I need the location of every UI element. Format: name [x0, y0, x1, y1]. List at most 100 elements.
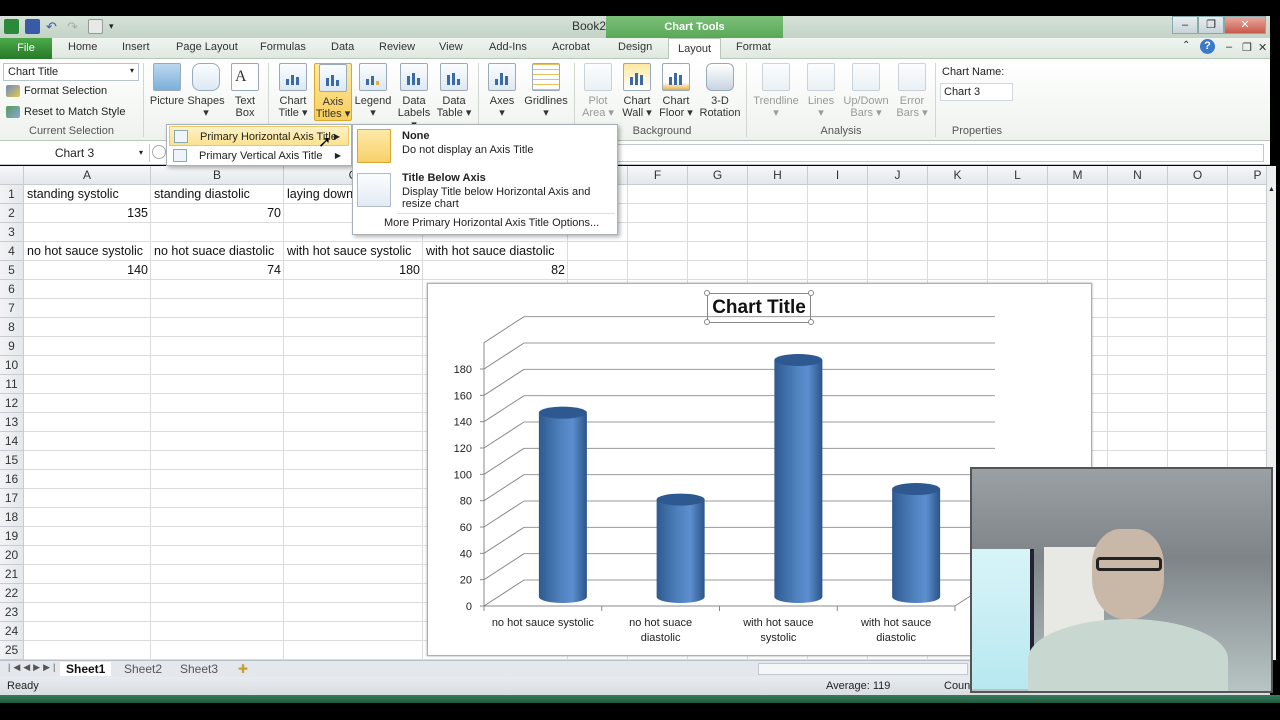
- row-header-25[interactable]: 25: [0, 641, 24, 660]
- horizontal-scrollbar[interactable]: [758, 663, 968, 675]
- cell-A5[interactable]: 140: [24, 261, 151, 280]
- submenu-option-title-below-axis[interactable]: Title Below Axis Display Title below Hor…: [353, 169, 617, 213]
- undo-icon[interactable]: ↶: [46, 19, 61, 34]
- resize-handle[interactable]: [808, 290, 814, 296]
- row-header-7[interactable]: 7: [0, 299, 24, 318]
- tab-file[interactable]: File: [0, 38, 52, 59]
- row-header-15[interactable]: 15: [0, 451, 24, 470]
- fx-button[interactable]: [152, 145, 166, 159]
- shapes-button[interactable]: Shapes ▾: [187, 63, 225, 119]
- row-header-19[interactable]: 19: [0, 527, 24, 546]
- help-icon[interactable]: ?: [1200, 39, 1215, 54]
- column-header-N[interactable]: N: [1108, 166, 1168, 185]
- submenu-option-none[interactable]: None Do not display an Axis Title: [353, 125, 617, 169]
- row-header-2[interactable]: 2: [0, 204, 24, 223]
- tab-home[interactable]: Home: [68, 41, 97, 53]
- chart-element-select[interactable]: Chart Title ▾: [3, 63, 139, 81]
- row-header-22[interactable]: 22: [0, 584, 24, 603]
- resize-handle[interactable]: [808, 319, 814, 325]
- row-header-23[interactable]: 23: [0, 603, 24, 622]
- chart-floor-button[interactable]: Chart Floor ▾: [657, 63, 695, 119]
- row-header-12[interactable]: 12: [0, 394, 24, 413]
- name-box[interactable]: Chart 3 ▾: [0, 144, 150, 162]
- tab-view[interactable]: View: [439, 41, 463, 53]
- data-labels-button[interactable]: DataLabels ▾: [395, 63, 433, 131]
- row-header-13[interactable]: 13: [0, 413, 24, 432]
- axis-titles-button[interactable]: Axis Titles ▾: [314, 63, 352, 121]
- restore-button[interactable]: ❐: [1198, 16, 1224, 34]
- lines-button[interactable]: Lines ▾: [802, 63, 840, 119]
- column-header-L[interactable]: L: [988, 166, 1048, 185]
- axes-button[interactable]: Axes ▾: [483, 63, 521, 119]
- cell-C5[interactable]: 180: [284, 261, 423, 280]
- tab-insert[interactable]: Insert: [122, 41, 150, 53]
- column-header-M[interactable]: M: [1048, 166, 1108, 185]
- resize-handle[interactable]: [704, 290, 710, 296]
- data-table-button[interactable]: Data Table ▾: [435, 63, 473, 119]
- close-button[interactable]: ✕: [1224, 16, 1266, 34]
- print-preview-icon[interactable]: [88, 18, 103, 34]
- chart-title[interactable]: Chart Title: [707, 293, 811, 323]
- row-header-1[interactable]: 1: [0, 185, 24, 204]
- tab-data[interactable]: Data: [331, 41, 354, 53]
- cell-B4[interactable]: no hot suace diastolic: [151, 242, 277, 261]
- cell-A1[interactable]: standing systolic: [24, 185, 122, 204]
- row-header-14[interactable]: 14: [0, 432, 24, 451]
- row-header-21[interactable]: 21: [0, 565, 24, 584]
- tab-acrobat[interactable]: Acrobat: [552, 41, 590, 53]
- select-all-corner[interactable]: [0, 166, 24, 185]
- workbook-minimize-icon[interactable]: –: [1226, 41, 1232, 53]
- cell-B2[interactable]: 70: [151, 204, 284, 223]
- row-header-11[interactable]: 11: [0, 375, 24, 394]
- resize-handle[interactable]: [704, 319, 710, 325]
- redo-icon[interactable]: ↷: [67, 19, 82, 34]
- tab-page-layout[interactable]: Page Layout: [176, 41, 238, 53]
- row-header-10[interactable]: 10: [0, 356, 24, 375]
- row-header-8[interactable]: 8: [0, 318, 24, 337]
- column-header-B[interactable]: B: [151, 166, 284, 185]
- sheet-tab-sheet3[interactable]: Sheet3: [174, 662, 224, 676]
- column-header-H[interactable]: H: [748, 166, 808, 185]
- trendline-button[interactable]: Trendline ▾: [752, 63, 800, 119]
- cell-D5[interactable]: 82: [423, 261, 568, 280]
- row-header-3[interactable]: 3: [0, 223, 24, 242]
- row-header-16[interactable]: 16: [0, 470, 24, 489]
- minimize-ribbon-icon[interactable]: ⌃: [1182, 40, 1190, 51]
- column-header-A[interactable]: A: [24, 166, 151, 185]
- cell-D4[interactable]: with hot sauce diastolic: [423, 242, 558, 261]
- up-down-bars-button[interactable]: Up/Down Bars ▾: [842, 63, 890, 119]
- cell-C4[interactable]: with hot sauce systolic: [284, 242, 414, 261]
- row-header-24[interactable]: 24: [0, 622, 24, 641]
- column-header-J[interactable]: J: [868, 166, 928, 185]
- reset-to-match-style-button[interactable]: Reset to Match Style: [6, 106, 126, 118]
- more-axis-title-options[interactable]: More Primary Horizontal Axis Title Optio…: [384, 217, 599, 229]
- cell-C1[interactable]: laying down: [284, 185, 356, 204]
- column-header-I[interactable]: I: [808, 166, 868, 185]
- scroll-up-icon[interactable]: ▲: [1268, 186, 1275, 194]
- row-header-9[interactable]: 9: [0, 337, 24, 356]
- gridlines-button[interactable]: Gridlines ▾: [523, 63, 569, 119]
- tab-add-ins[interactable]: Add-Ins: [489, 41, 527, 53]
- workbook-close-icon[interactable]: ✕: [1258, 41, 1267, 54]
- save-icon[interactable]: [25, 18, 40, 34]
- legend-button[interactable]: Legend ▾: [354, 63, 392, 119]
- tab-design[interactable]: Design: [618, 41, 652, 53]
- sheet-tab-sheet2[interactable]: Sheet2: [118, 662, 168, 676]
- tab-layout[interactable]: Layout: [668, 38, 721, 60]
- format-selection-button[interactable]: Format Selection: [6, 85, 107, 97]
- sheet-tab-sheet1[interactable]: Sheet1: [60, 662, 112, 676]
- tab-review[interactable]: Review: [379, 41, 415, 53]
- column-header-G[interactable]: G: [688, 166, 748, 185]
- column-header-K[interactable]: K: [928, 166, 988, 185]
- sheet-nav-buttons[interactable]: |◀◀▶▶|: [2, 662, 64, 673]
- chart-title-button[interactable]: Chart Title ▾: [274, 63, 312, 119]
- customize-qat-icon[interactable]: ▾: [109, 21, 114, 32]
- column-header-P[interactable]: P: [1228, 166, 1266, 185]
- column-header-F[interactable]: F: [628, 166, 688, 185]
- plot-area-button[interactable]: Plot Area ▾: [579, 63, 617, 119]
- row-header-18[interactable]: 18: [0, 508, 24, 527]
- text-box-button[interactable]: A Text Box: [226, 63, 264, 119]
- row-header-20[interactable]: 20: [0, 546, 24, 565]
- row-header-5[interactable]: 5: [0, 261, 24, 280]
- row-header-6[interactable]: 6: [0, 280, 24, 299]
